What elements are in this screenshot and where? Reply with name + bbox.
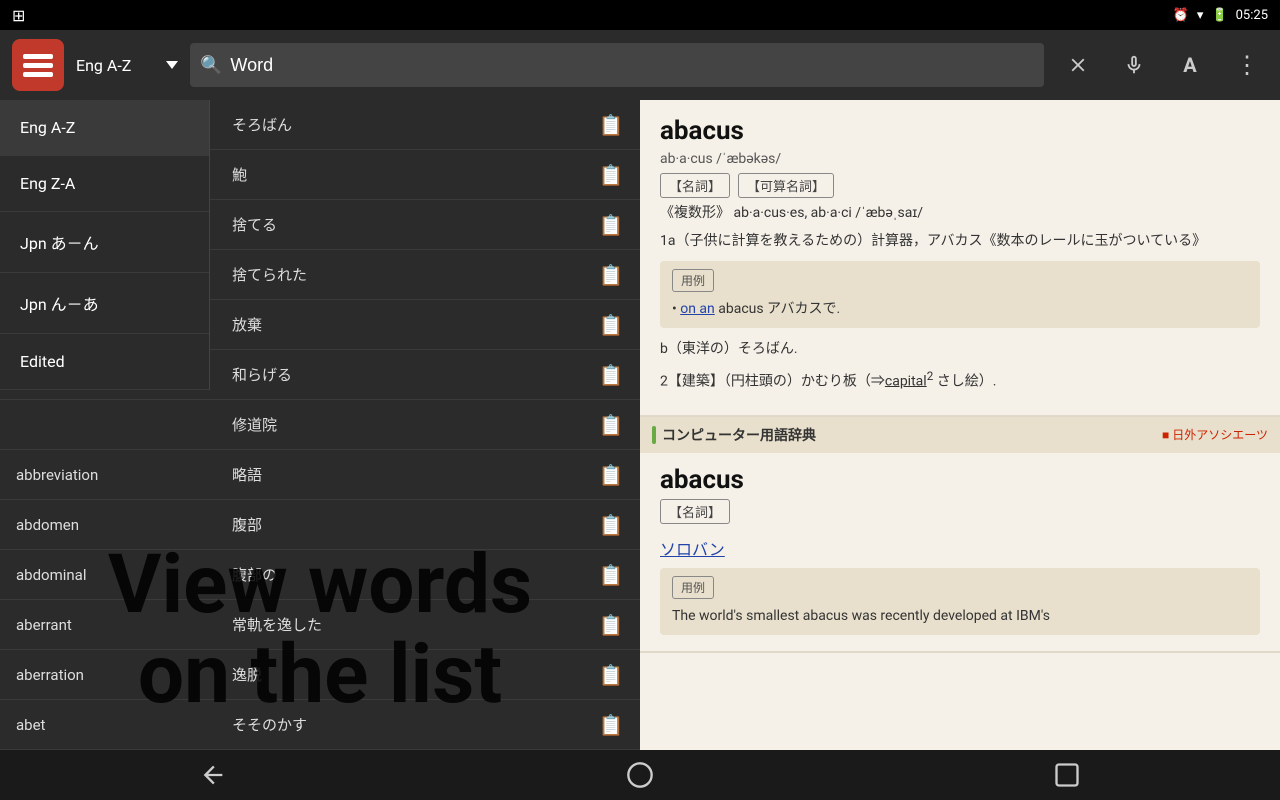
dropdown-arrow-icon bbox=[166, 61, 178, 69]
comp-dict-header: コンピューター用語辞典 ■ 日外アソシエーツ bbox=[640, 417, 1280, 453]
definition-2: 2【建築】（円柱頭の）かむり板（⇒capital2 さし絵）. bbox=[660, 367, 1260, 393]
example-section: 用例 • on an abacus アバカスで. bbox=[660, 261, 1260, 328]
bookmark-icon[interactable]: 📋 bbox=[594, 458, 628, 492]
entry-phonetic: ab·a·cus /ˈæbəkəs/ bbox=[660, 150, 1260, 167]
comp-example-section: 用例 The world's smallest abacus was recen… bbox=[660, 568, 1260, 635]
sort-option-jpn-n-a[interactable]: Jpn ん－あ bbox=[0, 273, 209, 334]
left-panel: そろばん 📋 鮑 📋 捨てる 📋 捨てられた 📋 放棄 📋 bbox=[0, 100, 640, 750]
sort-option-edited[interactable]: Edited bbox=[0, 334, 209, 390]
bookmark-icon[interactable]: 📋 bbox=[594, 158, 628, 192]
example-label: 用例 bbox=[672, 269, 714, 292]
definition-1b: b（東洋の）そろばん. bbox=[660, 338, 1260, 360]
bookmark-icon[interactable]: 📋 bbox=[594, 508, 628, 542]
sort-label: Eng A-Z bbox=[76, 56, 166, 75]
bookmark-icon[interactable]: 📋 bbox=[594, 658, 628, 692]
clear-search-button[interactable] bbox=[1056, 43, 1100, 87]
sort-selector[interactable]: Eng A-Z bbox=[76, 56, 178, 75]
alarm-icon: ⏰ bbox=[1173, 8, 1189, 23]
microphone-button[interactable] bbox=[1112, 43, 1156, 87]
comp-dict-title: コンピューター用語辞典 bbox=[662, 425, 816, 445]
badge-noun: 【名詞】 bbox=[660, 173, 730, 198]
list-item[interactable]: abdominal 腹部の 📋 bbox=[0, 550, 640, 600]
dictionary-panel: abacus ab·a·cus /ˈæbəkəs/ 【名詞】 【可算名詞】 《複… bbox=[640, 100, 1280, 750]
grid-icon: ⊞ bbox=[12, 6, 25, 25]
more-options-button[interactable]: ⋮ bbox=[1224, 43, 1268, 87]
recents-button[interactable] bbox=[1027, 755, 1107, 795]
battery-icon: 🔋 bbox=[1211, 8, 1227, 23]
search-box[interactable]: 🔍 bbox=[190, 43, 1044, 87]
list-item[interactable]: aberration 逸脱 📋 bbox=[0, 650, 640, 700]
bookmark-icon[interactable]: 📋 bbox=[594, 308, 628, 342]
status-bar: ⊞ ⏰ ▾ 🔋 05:25 bbox=[0, 0, 1280, 30]
sort-dropdown: Eng A-Z Eng Z-A Jpn あ－ん Jpn ん－あ Edited bbox=[0, 100, 210, 390]
bookmark-icon[interactable]: 📋 bbox=[594, 608, 628, 642]
back-button[interactable] bbox=[173, 755, 253, 795]
bookmark-icon[interactable]: 📋 bbox=[594, 408, 628, 442]
dict-accent-bar bbox=[652, 426, 656, 444]
comp-example-text: The world's smallest abacus was recently… bbox=[672, 605, 1248, 627]
dict-entry-2: コンピューター用語辞典 ■ 日外アソシエーツ abacus 【名詞】 ソロバン … bbox=[640, 417, 1280, 653]
sort-option-eng-za[interactable]: Eng Z-A bbox=[0, 156, 209, 212]
example-link[interactable]: on an bbox=[680, 301, 715, 317]
bookmark-icon[interactable]: 📋 bbox=[594, 708, 628, 742]
list-item[interactable]: abbreviation 略語 📋 bbox=[0, 450, 640, 500]
bookmark-icon[interactable]: 📋 bbox=[594, 108, 628, 142]
bookmark-icon[interactable]: 📋 bbox=[594, 358, 628, 392]
plural-form: 《複数形》 ab·a·cus·es, ab·a·ci /ˈæbəˌsaɪ/ bbox=[660, 202, 1260, 224]
clock-display: 05:25 bbox=[1236, 8, 1268, 23]
translation-link[interactable]: ソロバン bbox=[660, 540, 725, 559]
example-text: • on an abacus アバカスで. bbox=[672, 298, 1248, 320]
main-area: そろばん 📋 鮑 📋 捨てる 📋 捨てられた 📋 放棄 📋 bbox=[0, 100, 1280, 750]
comp-example-label: 用例 bbox=[672, 576, 714, 599]
definition-1a: 1a（子供に計算を教えるための）計算器，アバカス《数本のレールに玉がついている》 bbox=[660, 230, 1260, 252]
sort-option-jpn-a-n[interactable]: Jpn あ－ん bbox=[0, 212, 209, 273]
home-button[interactable] bbox=[600, 755, 680, 795]
sort-option-eng-az[interactable]: Eng A-Z bbox=[0, 100, 209, 156]
comp-dict-brand: ■ 日外アソシエーツ bbox=[1162, 426, 1268, 443]
status-left-icons: ⊞ bbox=[12, 6, 25, 25]
dict-entry-1: abacus ab·a·cus /ˈæbəkəs/ 【名詞】 【可算名詞】 《複… bbox=[640, 100, 1280, 417]
top-bar: Eng A-Z 🔍 A ⋮ bbox=[0, 30, 1280, 100]
search-input[interactable] bbox=[230, 55, 1034, 76]
entry-word: abacus bbox=[660, 116, 1260, 146]
list-item[interactable]: abet そそのかす 📋 bbox=[0, 700, 640, 750]
status-right-icons: ⏰ ▾ 🔋 05:25 bbox=[1173, 8, 1268, 23]
comp-entry-word: abacus bbox=[660, 465, 1260, 495]
font-button[interactable]: A bbox=[1168, 43, 1212, 87]
comp-badge-noun: 【名詞】 bbox=[660, 499, 730, 524]
bookmark-filled-icon[interactable]: 📋 bbox=[594, 258, 628, 292]
badge-countable: 【可算名詞】 bbox=[738, 173, 834, 198]
bookmark-icon[interactable]: 📋 bbox=[594, 208, 628, 242]
list-item[interactable]: 修道院 📋 bbox=[0, 400, 640, 450]
app-icon bbox=[12, 39, 64, 91]
bookmark-filled-icon[interactable]: 📋 bbox=[594, 558, 628, 592]
list-item[interactable]: abdomen 腹部 📋 bbox=[0, 500, 640, 550]
bottom-navigation bbox=[0, 750, 1280, 800]
list-item[interactable]: aberrant 常軌を逸した 📋 bbox=[0, 600, 640, 650]
wifi-icon: ▾ bbox=[1197, 8, 1204, 23]
search-icon: 🔍 bbox=[200, 55, 222, 76]
